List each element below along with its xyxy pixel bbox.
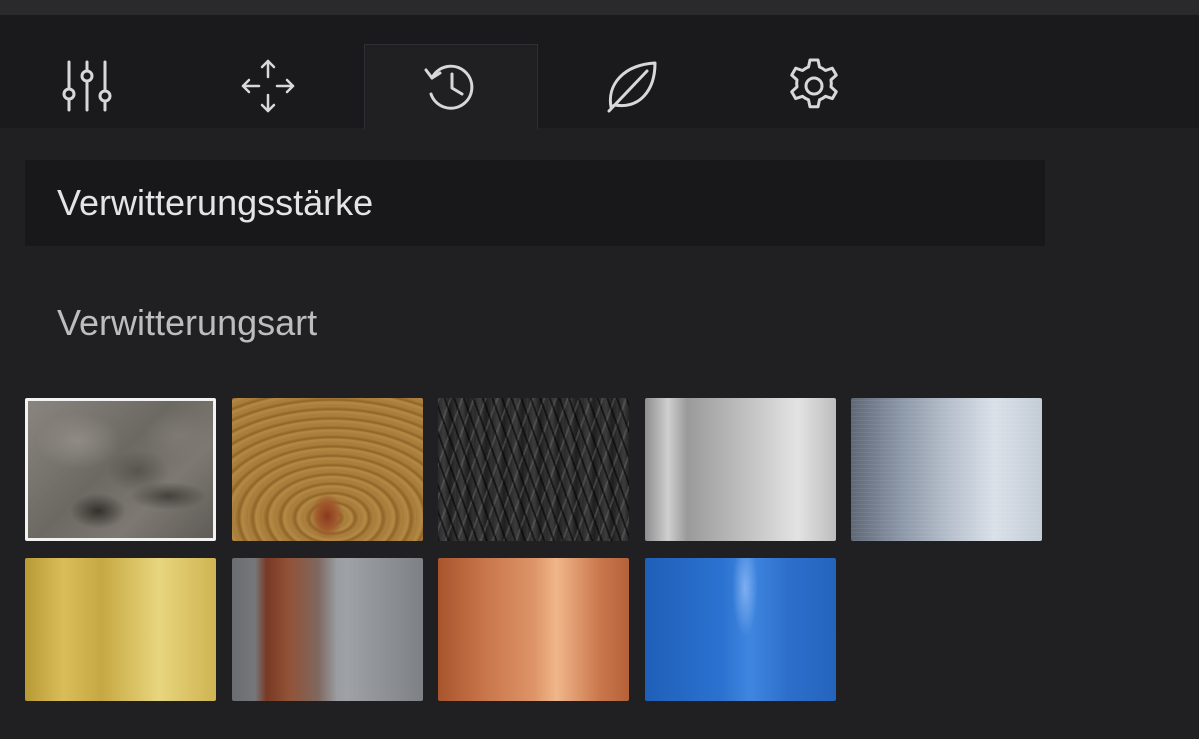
history-icon — [424, 64, 474, 110]
swatch-dark-weave[interactable] — [438, 398, 629, 541]
swatch-wood[interactable] — [232, 398, 423, 541]
swatch-blue-metal[interactable] — [645, 558, 836, 701]
swatch-copper[interactable] — [438, 558, 629, 701]
swatch-gold[interactable] — [25, 558, 216, 701]
weathering-strength-label: Verwitterungsstärke — [57, 182, 374, 223]
tab-adjustments[interactable] — [0, 44, 174, 128]
gear-icon — [790, 58, 838, 109]
swatch-silver[interactable] — [645, 398, 836, 541]
leaf-icon — [607, 61, 657, 113]
sliders-icon — [62, 60, 112, 112]
weathering-strength-row[interactable]: Verwitterungsstärke — [25, 160, 1045, 246]
top-strip — [0, 0, 1199, 15]
swatch-rusted-metal[interactable] — [232, 558, 423, 701]
move-arrows-icon — [241, 59, 295, 113]
tab-transform[interactable] — [181, 44, 355, 128]
tab-bar — [0, 15, 1199, 129]
tab-settings[interactable] — [727, 44, 901, 128]
tab-nature[interactable] — [545, 44, 719, 128]
swatch-stone[interactable] — [25, 398, 216, 541]
tab-history[interactable] — [364, 44, 538, 129]
swatch-brushed-steel[interactable] — [851, 398, 1042, 541]
weathering-type-label: Verwitterungsart — [57, 302, 318, 343]
